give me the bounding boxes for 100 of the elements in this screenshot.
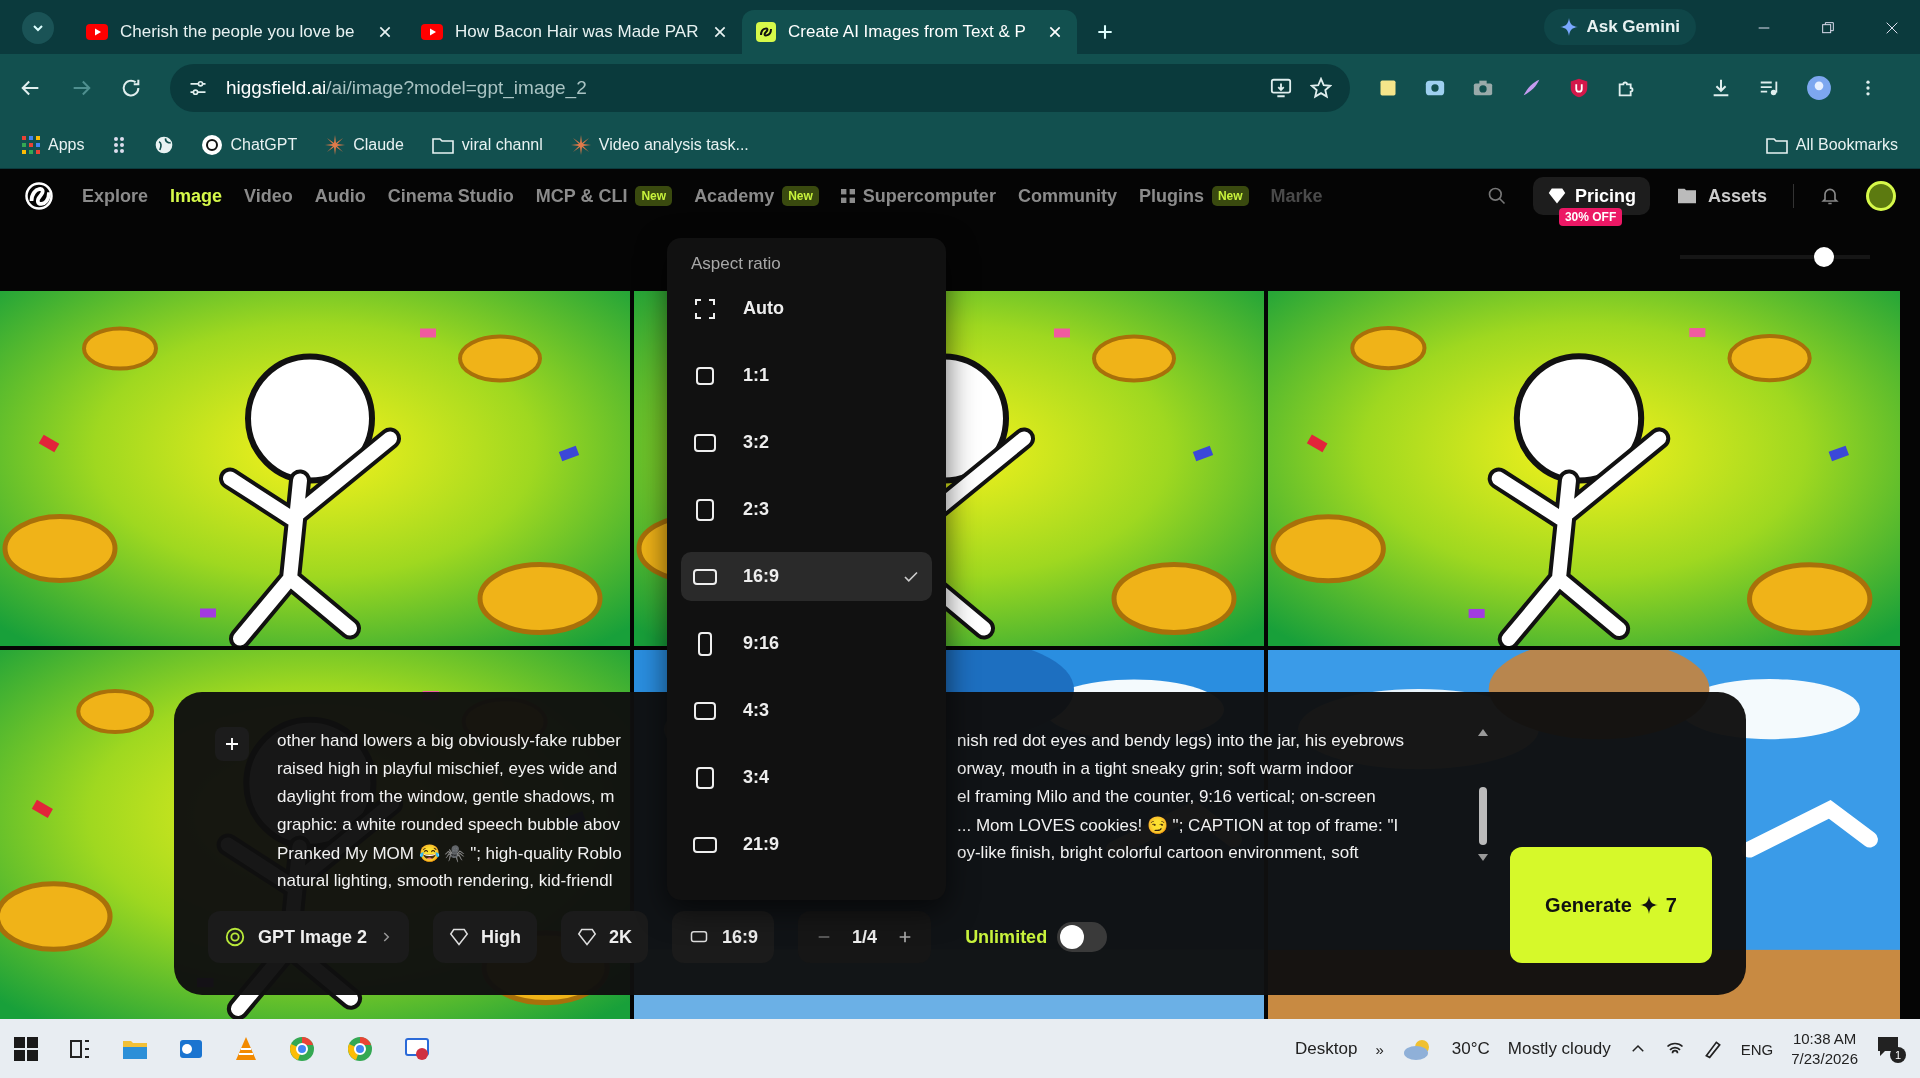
shield-icon[interactable]: [1568, 77, 1590, 99]
menu-option[interactable]: 16:9: [681, 552, 932, 601]
prompt-text: raised high in playful mischief, eyes wide and: [277, 759, 619, 779]
nav-link[interactable]: Video: [244, 185, 293, 207]
restore-icon[interactable]: [1820, 20, 1836, 36]
nav-link[interactable]: Community: [1017, 185, 1117, 207]
url-text: higgsfield.ai/ai/image?model=gpt_image_2: [226, 77, 587, 99]
tab-list-button[interactable]: [22, 12, 54, 44]
count-value: 1/4: [852, 926, 878, 948]
close-icon[interactable]: [1047, 24, 1063, 40]
menu-option[interactable]: Auto: [681, 284, 932, 333]
diamond-icon: [449, 928, 470, 946]
drag-handle-icon[interactable]: [112, 135, 127, 155]
model-button[interactable]: GPT Image 2: [208, 911, 410, 963]
nav-link[interactable]: Explore: [82, 185, 149, 207]
bookmark[interactable]: Video analysis task...: [570, 135, 749, 155]
clock[interactable]: 10:38 AM 7/23/2026: [1791, 1029, 1858, 1069]
logo-icon[interactable]: [24, 181, 54, 211]
scrollbar-thumb[interactable]: [1479, 787, 1487, 845]
plus-icon[interactable]: [1095, 22, 1115, 42]
menu-option[interactable]: 21:9: [681, 820, 932, 869]
language-indicator[interactable]: ENG: [1740, 1040, 1774, 1058]
site-info-icon[interactable]: [188, 78, 208, 98]
video-icon: [86, 24, 108, 40]
count-stepper[interactable]: 1/4: [798, 911, 932, 963]
bookmark[interactable]: viral channl: [431, 136, 543, 154]
rectangle-icon: [693, 765, 717, 790]
star-icon[interactable]: [1310, 77, 1332, 99]
nav-link[interactable]: MCP & CLI New: [535, 185, 673, 207]
browser-icon[interactable]: [288, 1035, 316, 1063]
avatar[interactable]: [1866, 181, 1896, 211]
nav-link[interactable]: Academy New: [694, 185, 819, 207]
add-button[interactable]: [215, 727, 249, 761]
menu-option[interactable]: 3:2: [681, 418, 932, 467]
unlimited-label: Unlimited: [965, 926, 1048, 948]
browser-tab[interactable]: How Bacon Hair was Made PAR: [407, 10, 742, 54]
menu-option[interactable]: 3:4: [681, 753, 932, 802]
profile-icon[interactable]: [1806, 75, 1832, 101]
discount-badge: 30% OFF: [1558, 208, 1623, 226]
start-icon[interactable]: [14, 1037, 38, 1061]
bookmark[interactable]: Apps: [22, 136, 85, 154]
notifications-button[interactable]: 1: [1876, 1035, 1906, 1063]
prompt-text: daylight from the window, gentle shadows, m: [277, 787, 616, 807]
nav-link[interactable]: Audio: [314, 185, 366, 207]
prompt-text: ... Mom LOVES cookies! 😏 "; CAPTION at top of frame: "I: [957, 814, 1400, 836]
menu-option[interactable]: 2:3: [681, 485, 932, 534]
menu-option[interactable]: 9:16: [681, 619, 932, 668]
prompt-text: graphic: a white rounded speech bubble abov: [277, 815, 622, 835]
task-view-icon[interactable]: [68, 1037, 92, 1061]
menu-option[interactable]: 1:1: [681, 351, 932, 400]
nav-link[interactable]: Plugins New: [1138, 185, 1249, 207]
bell-icon[interactable]: [1820, 186, 1840, 206]
bookmark[interactable]: ChatGPT: [202, 135, 298, 155]
ask-gemini-button[interactable]: Ask Gemini: [1544, 9, 1696, 45]
prompt-text: other hand lowers a big obviously-fake rubber: [277, 731, 622, 751]
temperature: 30°C: [1451, 1039, 1490, 1059]
expand-toolbar[interactable]: »: [1375, 1040, 1384, 1058]
prompt-text: Pranked My MOM 😂 🕷 "; high-quality Roblo: [277, 842, 623, 864]
menu-option[interactable]: 4:3: [681, 686, 932, 735]
remote-icon[interactable]: [404, 1036, 432, 1062]
desktop-label[interactable]: Desktop: [1295, 1039, 1358, 1059]
quality-button[interactable]: High: [433, 911, 538, 963]
nav-link[interactable]: Supercomputer: [840, 185, 996, 207]
bookmark[interactable]: Claude: [325, 135, 404, 155]
browser-tab[interactable]: Create AI Images from Text & P: [742, 10, 1077, 54]
slider-thumb[interactable]: [1814, 247, 1835, 267]
menu-title: Aspect ratio: [691, 254, 782, 274]
sparkle-icon: [1639, 896, 1658, 914]
unlimited-toggle[interactable]: [1057, 922, 1108, 952]
folder-icon: [1675, 187, 1698, 205]
expand-icon: [693, 296, 717, 321]
browser-tab[interactable]: Cherish the people you love be: [72, 10, 407, 54]
pen-icon[interactable]: [1702, 1039, 1723, 1059]
prompt-text: oy-like finish, bright colorful cartoon environment, soft: [957, 843, 1360, 863]
close-icon[interactable]: [1884, 20, 1900, 36]
browser-icon[interactable]: [346, 1035, 374, 1063]
resolution-button[interactable]: 2K: [561, 911, 649, 963]
chat-icon: [1876, 1035, 1900, 1057]
nav-link[interactable]: Image: [170, 185, 223, 207]
scroll-up-icon[interactable]: [1477, 727, 1489, 737]
globe-icon[interactable]: [154, 135, 175, 155]
close-icon[interactable]: [712, 24, 728, 40]
nav-link[interactable]: Cinema Studio: [387, 185, 514, 207]
folder-icon: [1765, 136, 1788, 154]
all-bookmarks[interactable]: All Bookmarks: [1765, 136, 1898, 154]
close-icon[interactable]: [377, 24, 393, 40]
generate-button[interactable]: Generate 7: [1510, 847, 1712, 963]
weather-text: Mostly cloudy: [1507, 1039, 1611, 1059]
scroll-down-icon[interactable]: [1477, 853, 1489, 863]
install-icon[interactable]: [1270, 77, 1292, 99]
note-icon[interactable]: [1378, 78, 1398, 98]
prompt-text: nish red dot eyes and bendy legs) into the jar, his eyebrows: [957, 731, 1404, 751]
reload-icon[interactable]: [120, 77, 142, 99]
aspect-ratio-button[interactable]: 16:9: [672, 911, 775, 963]
address-field[interactable]: higgsfield.ai/ai/image?model=gpt_image_2: [170, 64, 1350, 112]
prompt-text: el framing Milo and the counter, 9:16 vertical; on-screen: [957, 787, 1377, 807]
logo-icon: [756, 22, 776, 42]
assets-button[interactable]: Assets: [1675, 185, 1767, 207]
search-icon[interactable]: [1486, 186, 1507, 206]
new-badge: New: [782, 186, 819, 206]
